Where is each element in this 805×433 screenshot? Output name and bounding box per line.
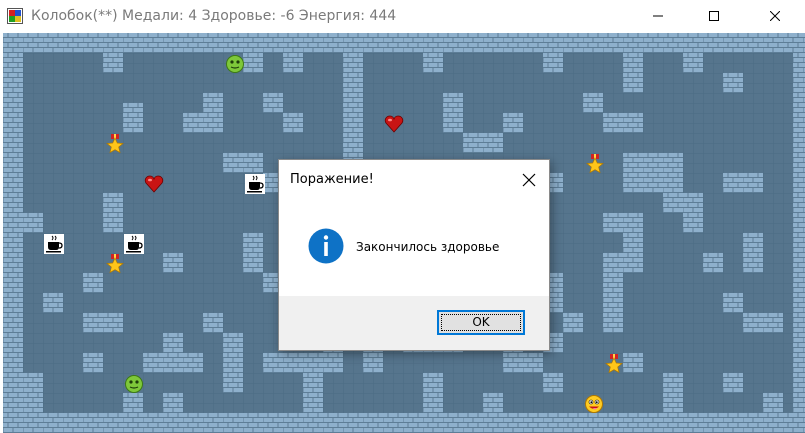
- brick-wall: [503, 113, 523, 133]
- brick-wall: [703, 253, 723, 273]
- coffee-icon: [124, 234, 144, 254]
- brick-wall: [603, 113, 643, 133]
- brick-wall: [463, 133, 503, 153]
- medal-icon: [106, 134, 124, 154]
- brick-wall: [423, 53, 443, 73]
- brick-wall: [83, 273, 103, 293]
- medal-icon: [586, 154, 604, 174]
- kolobok-icon: [125, 375, 143, 393]
- defeat-dialog: Поражение! Закончилось здоровье OK: [278, 159, 550, 351]
- dialog-title: Поражение!: [290, 172, 374, 187]
- brick-wall: [343, 93, 363, 133]
- kolobok-icon: [226, 55, 244, 73]
- brick-wall: [83, 313, 123, 333]
- brick-wall: [163, 253, 183, 273]
- brick-wall: [3, 213, 43, 233]
- brick-wall: [223, 333, 243, 393]
- brick-wall: [743, 313, 783, 333]
- coffee-icon: [245, 174, 265, 194]
- brick-wall: [743, 233, 763, 273]
- brick-wall: [3, 413, 805, 433]
- brick-wall: [103, 53, 123, 73]
- brick-wall: [643, 153, 663, 173]
- window-titlebar: Колобок(**) Медали: 4 Здоровье: -6 Энерг…: [0, 0, 805, 32]
- brick-wall: [283, 113, 303, 133]
- minimize-icon: [653, 15, 663, 17]
- brick-wall: [163, 333, 183, 353]
- brick-wall: [723, 173, 763, 193]
- heart-icon: [384, 115, 404, 133]
- dialog-message: Закончилось здоровье: [356, 240, 500, 254]
- brick-wall: [683, 53, 703, 73]
- dialog-footer: OK: [279, 296, 549, 350]
- brick-wall: [263, 93, 283, 113]
- app-icon: [7, 8, 23, 24]
- window-title: Колобок(**) Медали: 4 Здоровье: -6 Энерг…: [31, 8, 397, 24]
- brick-wall: [683, 213, 703, 233]
- minimize-button[interactable]: [635, 0, 681, 32]
- brick-wall: [183, 113, 223, 133]
- brick-wall: [263, 353, 323, 373]
- brick-wall: [43, 293, 63, 313]
- brick-wall: [623, 353, 643, 373]
- brick-wall: [443, 93, 463, 133]
- brick-wall: [563, 313, 583, 333]
- brick-wall: [623, 213, 643, 273]
- brick-wall: [103, 193, 123, 233]
- medal-icon: [605, 354, 623, 374]
- brick-wall: [163, 393, 183, 413]
- brick-wall: [83, 353, 103, 373]
- brick-wall: [603, 213, 623, 233]
- maximize-button[interactable]: [691, 0, 737, 32]
- dialog-close-icon[interactable]: [521, 172, 537, 188]
- coffee-icon: [44, 234, 64, 254]
- brick-wall: [623, 53, 643, 93]
- close-window-button[interactable]: [752, 0, 798, 32]
- brick-wall: [723, 293, 743, 313]
- brick-wall: [543, 53, 563, 73]
- brick-wall: [203, 313, 223, 333]
- maximize-icon: [709, 11, 719, 21]
- brick-wall: [623, 173, 663, 193]
- brick-wall: [793, 33, 805, 433]
- brick-wall: [483, 393, 503, 413]
- brick-wall: [23, 373, 43, 413]
- brick-wall: [223, 153, 263, 173]
- brick-wall: [123, 393, 143, 413]
- brick-wall: [243, 53, 263, 73]
- brick-wall: [543, 373, 563, 393]
- brick-wall: [723, 373, 743, 393]
- brick-wall: [663, 193, 703, 213]
- brick-wall: [603, 253, 623, 333]
- close-icon: [770, 11, 780, 21]
- focus-rectangle: [441, 314, 521, 331]
- brick-wall: [663, 373, 683, 413]
- info-icon: [308, 228, 344, 264]
- brick-wall: [123, 103, 143, 133]
- brick-wall: [143, 353, 203, 373]
- brick-wall: [243, 233, 263, 273]
- brick-wall: [423, 373, 443, 413]
- brick-wall: [303, 373, 323, 413]
- brick-wall: [623, 153, 643, 173]
- medal-icon: [106, 254, 124, 274]
- brick-wall: [763, 393, 783, 413]
- ok-button[interactable]: OK: [437, 310, 525, 335]
- brick-wall: [203, 93, 223, 113]
- brick-wall: [523, 353, 543, 373]
- brick-wall: [583, 93, 603, 113]
- brick-wall: [723, 73, 743, 93]
- brick-wall: [283, 53, 303, 73]
- brick-wall: [3, 33, 805, 53]
- player-icon: [585, 395, 603, 413]
- heart-icon: [144, 175, 164, 193]
